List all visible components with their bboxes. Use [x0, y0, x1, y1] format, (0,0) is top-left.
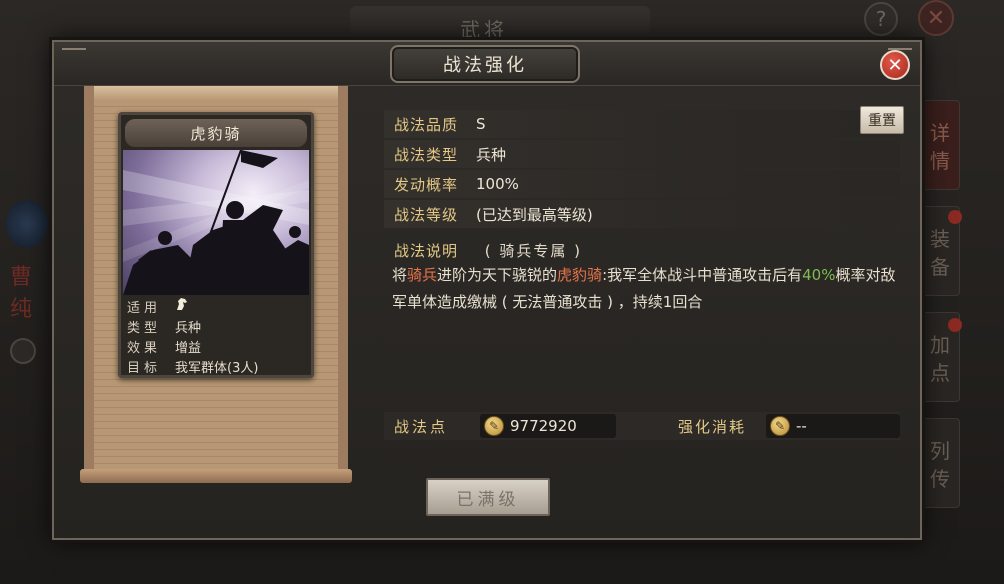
reset-button[interactable]: 重置: [860, 106, 904, 134]
upgrade-cost-label: 强化消耗: [678, 418, 747, 436]
stat-value: 增益: [175, 340, 202, 356]
description-label: 战法说明: [394, 242, 459, 260]
info-value: S: [476, 115, 486, 133]
background-close-icon: ✕: [918, 0, 954, 36]
stat-effect: 效果 增益: [127, 336, 305, 356]
skill-name: 虎豹骑: [125, 119, 307, 147]
skill-points-label: 战法点: [394, 418, 449, 436]
stat-key: 类型: [127, 320, 162, 336]
stat-value: 我军群体(3人): [175, 360, 259, 376]
desc-text: :我军全体战斗中普通攻击后有: [602, 266, 803, 284]
notification-dot: [948, 318, 962, 332]
skill-points-value: 9772920: [510, 417, 577, 435]
description-subtitle: ( 骑兵专属 ): [484, 242, 583, 260]
upgrade-cost-box: ✎ --: [766, 414, 900, 438]
skill-points-box: ✎ 9772920: [480, 414, 616, 438]
skill-upgrade-dialog: 战法强化 ✕ 虎豹骑 适用 类型 兵种 效果 增益 目标 我军群体(3人) 战法…: [52, 40, 922, 540]
desc-text: 进阶为天下骁锐的: [437, 266, 558, 284]
skill-card-stats: 适用 类型 兵种 效果 增益 目标 我军群体(3人): [127, 296, 305, 376]
stat-key: 目标: [127, 360, 162, 376]
ornament: [62, 48, 86, 58]
cavalry-silhouette-art: [123, 150, 309, 295]
close-button[interactable]: ✕: [880, 50, 910, 80]
desc-text: 将: [392, 266, 408, 284]
info-value: (已达到最高等级): [476, 205, 593, 224]
info-row-level: 战法等级 (已达到最高等级): [384, 200, 900, 228]
description-header: 战法说明 ( 骑兵专属 ): [394, 240, 582, 261]
stat-applies-to: 适用: [127, 296, 305, 316]
coin-icon: ✎: [770, 416, 790, 436]
help-icon: ?: [864, 2, 898, 36]
info-row-probability: 发动概率 100%: [384, 170, 900, 198]
info-value: 兵种: [476, 145, 507, 164]
info-row-quality: 战法品质 S: [384, 110, 900, 138]
stat-type: 类型 兵种: [127, 316, 305, 336]
info-row-type: 战法类型 兵种: [384, 140, 900, 168]
stat-key: 适用: [127, 300, 162, 316]
max-level-button[interactable]: 已满级: [426, 478, 550, 516]
tab-biography: 列传: [920, 418, 960, 508]
desc-highlight: 40%: [802, 266, 836, 284]
cavalry-art: [123, 150, 309, 295]
info-value: 100%: [476, 175, 519, 193]
general-name: 曹纯: [10, 265, 33, 322]
info-label: 战法等级: [394, 205, 459, 224]
notification-dot: [948, 210, 962, 224]
dialog-title: 战法强化: [390, 45, 580, 83]
coin-icon: ✎: [484, 416, 504, 436]
info-label: 发动概率: [394, 175, 459, 194]
tab-details: 详情: [920, 100, 960, 190]
info-label: 战法类型: [394, 145, 459, 164]
background-title: 武将: [460, 18, 508, 42]
horse-icon: [175, 297, 305, 315]
desc-highlight: 骑兵: [407, 266, 438, 284]
stat-key: 效果: [127, 340, 162, 356]
stat-target: 目标 我军群体(3人): [127, 356, 305, 376]
info-label: 战法品质: [394, 115, 459, 134]
stat-value: 兵种: [175, 320, 202, 336]
sound-icon: [10, 338, 36, 364]
skill-card: 虎豹骑 适用 类型 兵种 效果 增益 目标 我军群体(3人): [118, 112, 314, 378]
general-avatar: [6, 200, 48, 248]
upgrade-cost-value: --: [796, 417, 807, 435]
description-text: 将骑兵进阶为天下骁锐的虎豹骑:我军全体战斗中普通攻击后有40%概率对敌军单体造成…: [392, 262, 902, 316]
background-side-tabs: 详情 装备 加点 列传: [920, 100, 960, 524]
desc-highlight: 虎豹骑: [557, 266, 603, 284]
